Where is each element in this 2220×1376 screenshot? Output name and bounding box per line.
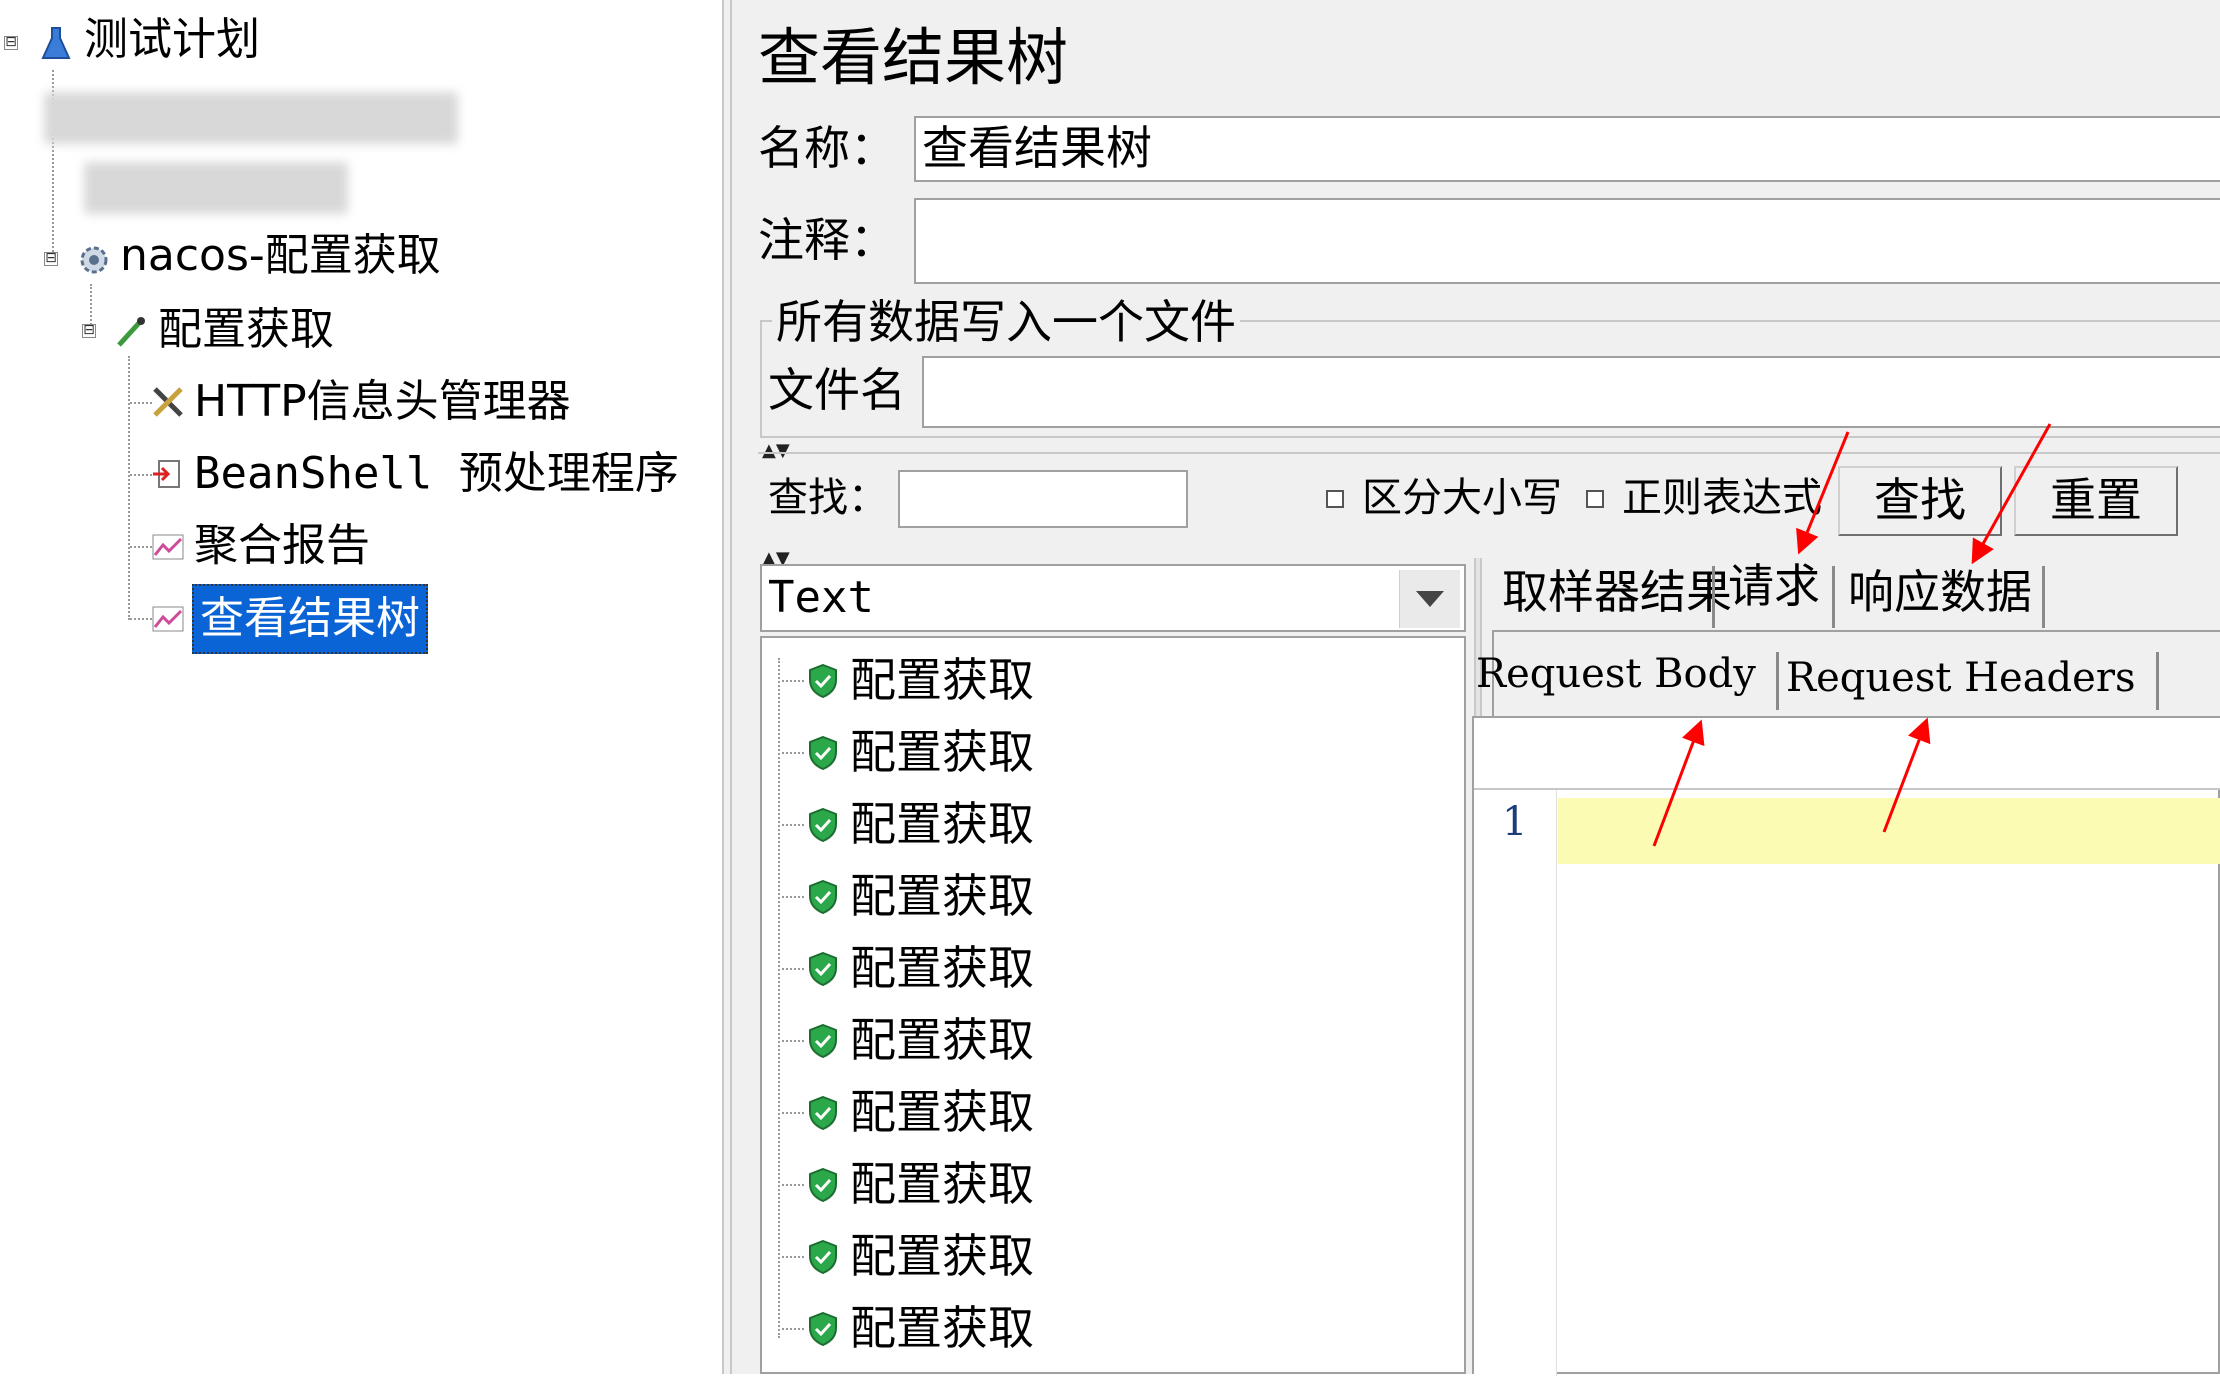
- arrow-to-response-tab: [1971, 423, 2052, 565]
- arrow-to-request-body: [1652, 719, 1705, 847]
- arrow-to-request-tab: [1796, 431, 1850, 555]
- arrow-to-request-headers: [1882, 717, 1931, 833]
- annotation-arrows: [1652, 423, 2052, 847]
